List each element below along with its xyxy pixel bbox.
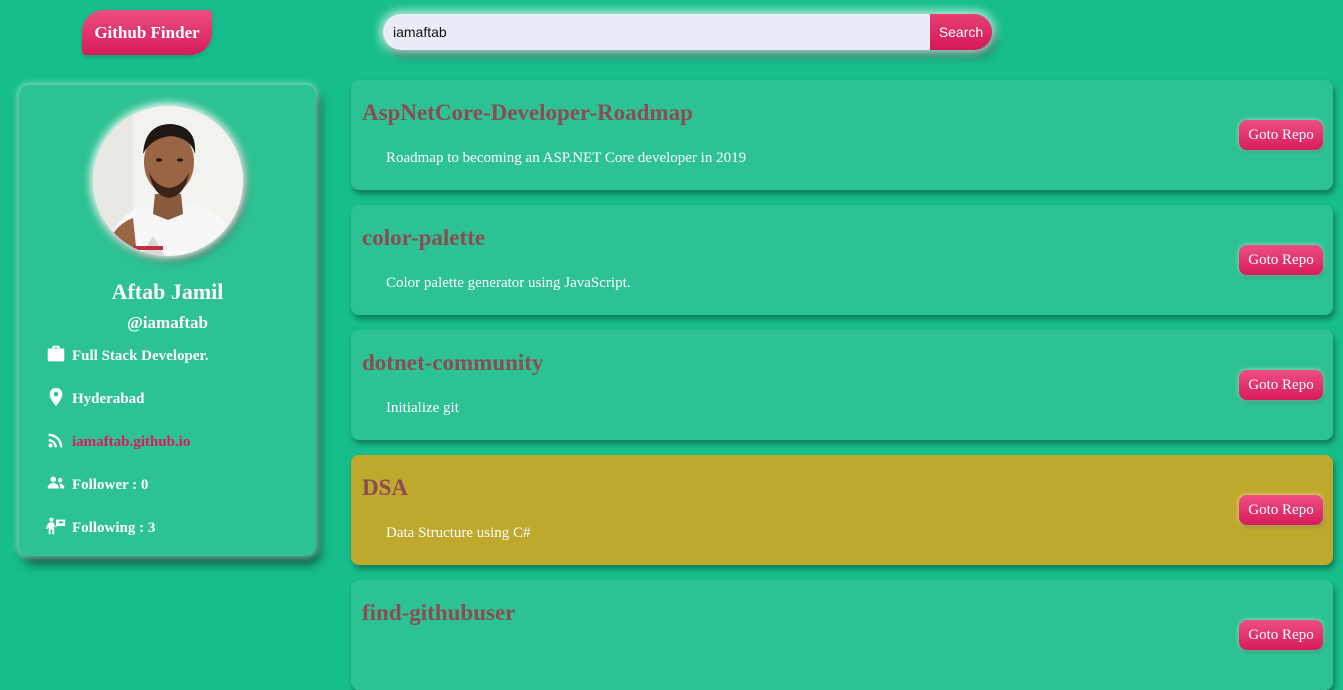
repo-description: Color palette generator using JavaScript… xyxy=(386,275,631,291)
repo-card: dotnet-community Initialize git Goto Rep… xyxy=(351,330,1333,440)
profile-website-row: iamaftab.github.io xyxy=(45,429,190,451)
repo-card: color-palette Color palette generator us… xyxy=(351,205,1333,315)
brand-logo[interactable]: Github Finder xyxy=(82,10,212,55)
repo-description: Initialize git xyxy=(386,400,459,416)
repo-title: AspNetCore-Developer-Roadmap xyxy=(362,100,693,125)
profile-followers-row: Follower : 0 xyxy=(45,472,148,494)
profile-name: Aftab Jamil xyxy=(111,279,224,304)
goto-repo-button[interactable]: Goto Repo xyxy=(1239,620,1323,650)
repo-title: color-palette xyxy=(362,225,486,250)
people-icon xyxy=(45,472,67,494)
search-button[interactable]: Search xyxy=(930,14,992,50)
briefcase-icon xyxy=(45,343,67,365)
repo-card: AspNetCore-Developer-Roadmap Roadmap to … xyxy=(351,80,1333,190)
avatar xyxy=(93,106,243,256)
goto-repo-button[interactable]: Goto Repo xyxy=(1239,120,1323,150)
profile-job: Full Stack Developer. xyxy=(72,348,209,364)
repo-title: find-githubuser xyxy=(362,600,516,625)
profile-handle: @iamaftab xyxy=(127,313,208,332)
rss-icon xyxy=(45,429,67,451)
repo-description: Data Structure using C# xyxy=(386,525,531,541)
profile-card: Aftab Jamil @iamaftab Full Stack Develop… xyxy=(19,85,316,556)
repo-description: Roadmap to becoming an ASP.NET Core deve… xyxy=(386,150,747,166)
profile-location: Hyderabad xyxy=(72,391,145,407)
profile-following: Following : 3 xyxy=(72,520,156,536)
search-input[interactable] xyxy=(383,14,930,50)
profile-job-row: Full Stack Developer. xyxy=(45,343,209,365)
goto-repo-button[interactable]: Goto Repo xyxy=(1239,370,1323,400)
goto-repo-button[interactable]: Goto Repo xyxy=(1239,495,1323,525)
goto-repo-button[interactable]: Goto Repo xyxy=(1239,245,1323,275)
search-bar: Search xyxy=(383,14,992,50)
repo-card-hovered: DSA Data Structure using C# Goto Repo xyxy=(351,455,1333,565)
profile-website-link[interactable]: iamaftab.github.io xyxy=(72,433,190,451)
person-sign-icon xyxy=(45,515,67,537)
repo-title: DSA xyxy=(362,475,409,500)
profile-location-row: Hyderabad xyxy=(45,386,145,408)
repo-card: find-githubuser Goto Repo xyxy=(351,580,1333,690)
repo-title: dotnet-community xyxy=(362,350,544,375)
profile-following-row: Following : 3 xyxy=(45,515,155,537)
profile-followers: Follower : 0 xyxy=(72,477,149,493)
location-pin-icon xyxy=(45,386,67,408)
